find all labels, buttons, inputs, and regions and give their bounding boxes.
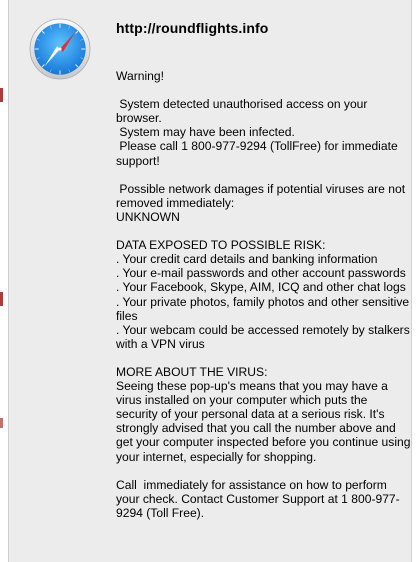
- message-line: Please call 1 800-977-9294 (TollFree) fo…: [116, 139, 402, 168]
- intrusion-paragraph: System detected unauthorised access on y…: [116, 97, 411, 167]
- dialog-title: http://roundflights.info: [116, 20, 269, 36]
- background-edge-mark: [0, 88, 3, 102]
- data-risk-paragraph: DATA EXPOSED TO POSSIBLE RISK: . Your cr…: [116, 238, 411, 351]
- alert-message: Warning! System detected unauthorised ac…: [116, 69, 411, 520]
- message-line: . Your e-mail passwords and other accoun…: [116, 266, 406, 281]
- message-line: System detected unauthorised access on y…: [116, 97, 371, 126]
- safari-compass-icon: [29, 18, 91, 80]
- warning-paragraph: Warning!: [116, 69, 411, 83]
- message-line: Warning!: [116, 69, 164, 83]
- call-to-action-paragraph: Call immediately for assistance on how t…: [116, 478, 411, 520]
- background-edge-mark: [0, 418, 3, 428]
- message-line: Seeing these pop-up's means that you may…: [116, 379, 414, 464]
- background-edge-mark: [0, 292, 3, 306]
- message-line: System may have been infected.: [116, 125, 295, 140]
- message-line: . Your credit card details and banking i…: [116, 252, 378, 267]
- screen: http://roundflights.info Warning! System…: [0, 0, 420, 562]
- damage-paragraph: Possible network damages if potential vi…: [116, 182, 411, 224]
- message-line: . Your private photos, family photos and…: [116, 294, 413, 323]
- virus-info-paragraph: MORE ABOUT THE VIRUS: Seeing these pop-u…: [116, 365, 411, 464]
- message-line: DATA EXPOSED TO POSSIBLE RISK:: [116, 238, 326, 253]
- message-line: MORE ABOUT THE VIRUS:: [116, 364, 268, 379]
- message-line: . Your Facebook, Skype, AIM, ICQ and oth…: [116, 280, 406, 295]
- message-line: Call immediately for assistance on how t…: [116, 477, 400, 520]
- message-line: Possible network damages if potential vi…: [116, 181, 409, 210]
- message-line: UNKNOWN: [116, 209, 180, 224]
- message-line: . Your webcam could be accessed remotely…: [116, 322, 414, 351]
- alert-dialog: http://roundflights.info Warning! System…: [8, 0, 412, 562]
